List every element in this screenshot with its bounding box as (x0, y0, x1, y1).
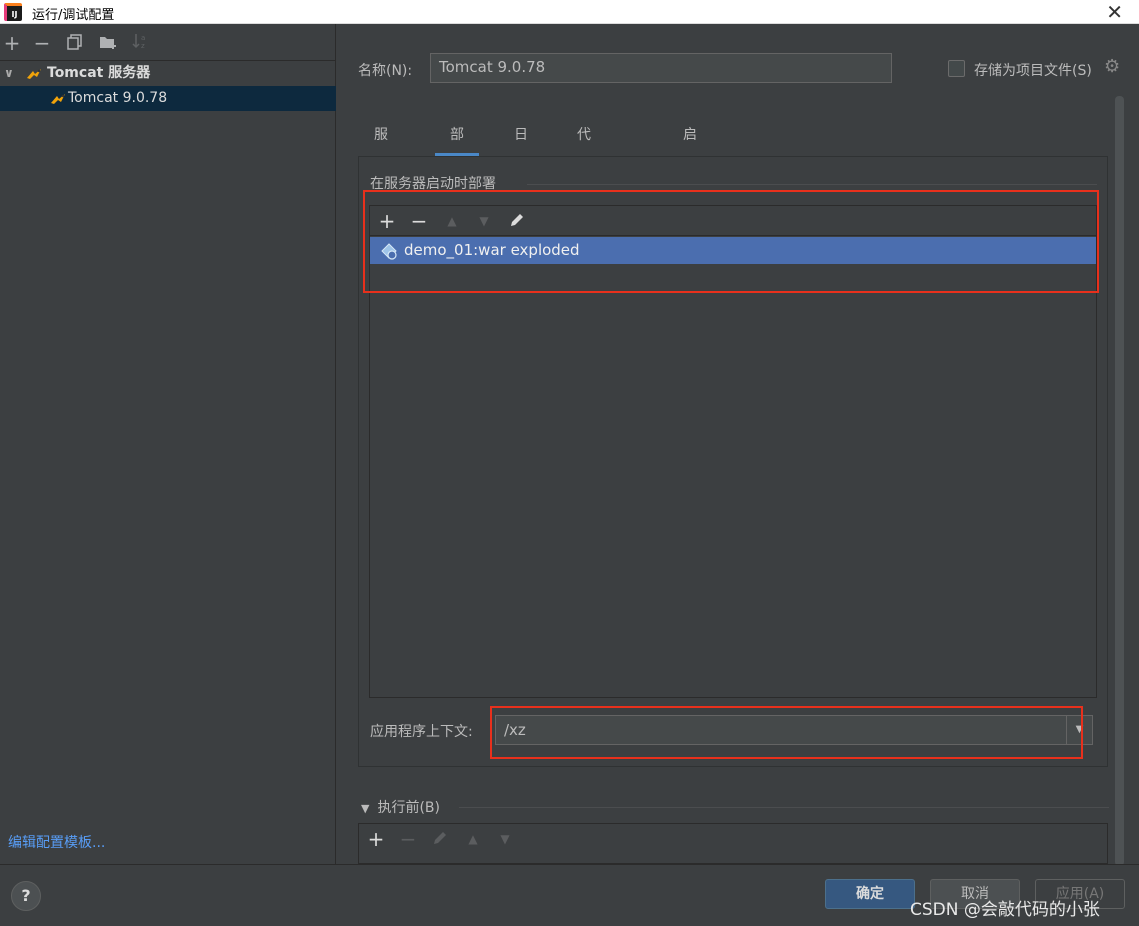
application-context-combobox[interactable]: /xz ▼ (495, 715, 1093, 745)
tab-logs[interactable]: 日志 (514, 120, 528, 173)
title-bar: IJ 运行/调试配置 ✕ (0, 0, 1139, 24)
deployment-item-label: demo_01:war exploded (404, 241, 580, 259)
remove-icon[interactable]: − (30, 30, 54, 56)
ok-button[interactable]: 确定 (825, 879, 915, 909)
tab-deployment[interactable]: 部署 (435, 120, 479, 173)
tree-item-label: Tomcat 9.0.78 (68, 90, 168, 106)
before-launch-box: + − ▲ ▼ (358, 823, 1108, 864)
close-icon[interactable]: ✕ (1106, 0, 1123, 24)
move-up-icon[interactable]: ▲ (439, 208, 465, 234)
move-down-icon[interactable]: ▼ (492, 826, 518, 852)
before-launch-label: 执行前(B) (377, 800, 440, 816)
move-up-icon[interactable]: ▲ (460, 826, 486, 852)
tab-code-coverage[interactable]: 代码覆盖率 (577, 120, 591, 263)
tab-startup-connection[interactable]: 启动/连接 (683, 120, 702, 233)
section-divider (527, 184, 1097, 185)
tomcat-icon (27, 69, 41, 79)
gear-icon[interactable]: ⚙ (1104, 56, 1120, 77)
edit-configuration-templates-link[interactable]: 编辑配置模板... (8, 832, 105, 852)
configuration-editor: 名称(N): Tomcat 9.0.78 存储为项目文件(S) ⚙ 服务器 部署… (337, 24, 1139, 866)
edit-pencil-icon[interactable] (504, 208, 530, 234)
vertical-scrollbar[interactable] (1115, 96, 1124, 866)
remove-icon[interactable]: − (406, 208, 432, 234)
before-launch-header[interactable]: ▼ 执行前(B) (361, 797, 440, 817)
deployment-list: demo_01:war exploded (370, 237, 1096, 697)
add-icon[interactable]: + (0, 30, 24, 56)
svg-text:z: z (141, 42, 145, 50)
chevron-down-icon[interactable]: ∨ (4, 61, 14, 86)
help-button[interactable]: ? (11, 881, 41, 911)
deployment-item[interactable]: demo_01:war exploded (370, 237, 1096, 264)
add-icon[interactable]: + (363, 826, 389, 852)
csdn-watermark: CSDN @会敲代码的小张 (910, 900, 1100, 920)
before-launch-divider (459, 807, 1109, 808)
application-context-value: /xz (504, 721, 526, 739)
store-as-project-file-label: 存储为项目文件(S) (974, 63, 1092, 79)
remove-icon[interactable]: − (395, 826, 421, 852)
intellij-app-icon: IJ (4, 3, 22, 21)
tree-item-tomcat-9-0-78[interactable]: Tomcat 9.0.78 (0, 86, 336, 111)
deployment-toolbar: + − ▲ ▼ (370, 206, 1096, 236)
name-field[interactable]: Tomcat 9.0.78 (430, 53, 892, 83)
deploy-section-title: 在服务器启动时部署 (370, 176, 496, 192)
add-icon[interactable]: + (374, 208, 400, 234)
copy-icon[interactable] (63, 30, 87, 56)
tree-group-tomcat-server[interactable]: ∨ Tomcat 服务器 (0, 61, 336, 86)
sort-icon[interactable]: az (128, 30, 152, 56)
store-as-project-file-checkbox[interactable] (948, 60, 965, 77)
sidebar-toolbar: + − az (0, 30, 336, 58)
dropdown-arrow-icon[interactable]: ▼ (1066, 716, 1092, 744)
application-context-label: 应用程序上下文: (370, 724, 473, 740)
svg-text:a: a (141, 34, 145, 42)
tree-group-label: Tomcat 服务器 (47, 65, 151, 81)
edit-pencil-icon[interactable] (427, 826, 453, 852)
deployment-tab-panel: 在服务器启动时部署 + − ▲ ▼ demo_01:war exploded 应… (358, 156, 1108, 767)
move-down-icon[interactable]: ▼ (471, 208, 497, 234)
tab-server[interactable]: 服务器 (374, 120, 388, 203)
dialog-button-bar: ? 确定 取消 应用(A) CSDN @会敲代码的小张 (0, 864, 1139, 926)
configurations-tree: ∨ Tomcat 服务器 Tomcat 9.0.78 (0, 60, 336, 111)
configurations-sidebar: + − az ∨ Tomcat 服务器 Tomcat 9.0.78 编辑配置模板… (0, 24, 336, 864)
collapse-triangle-icon[interactable]: ▼ (361, 802, 369, 815)
window-title: 运行/调试配置 (32, 8, 115, 23)
name-label: 名称(N): (358, 63, 413, 79)
artifact-icon (381, 243, 397, 260)
deployment-list-box: + − ▲ ▼ demo_01:war exploded (369, 205, 1097, 698)
tomcat-icon (51, 94, 65, 104)
new-folder-icon[interactable] (96, 30, 120, 56)
